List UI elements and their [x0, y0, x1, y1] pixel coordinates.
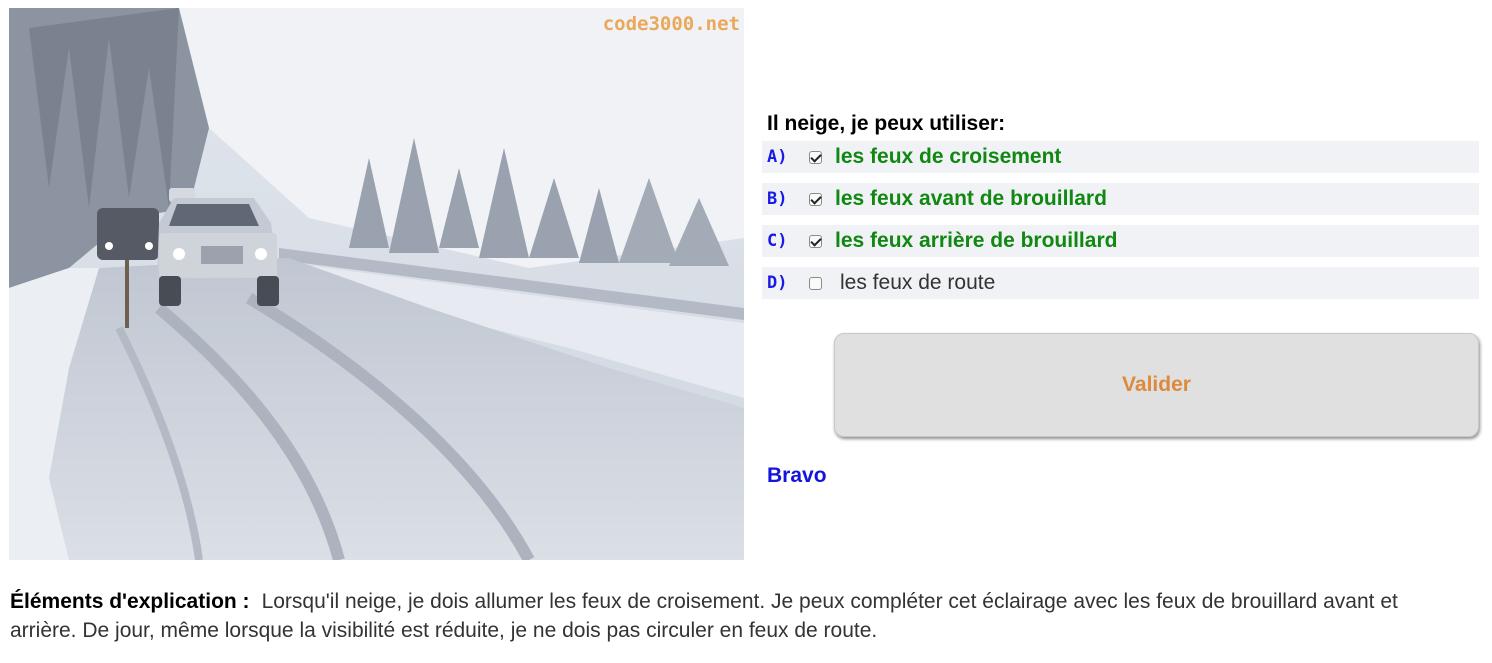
snowy-road-illustration	[9, 8, 744, 560]
answer-letter: C)	[767, 231, 788, 251]
explanation-label: Éléments d'explication :	[10, 590, 250, 613]
answer-letter: D)	[767, 273, 788, 293]
answer-list: A) les feux de croisement B) les feux av…	[762, 141, 1479, 309]
validate-button[interactable]: Valider	[834, 333, 1479, 437]
answer-letter: B)	[767, 189, 788, 209]
question-photo: code3000.net	[9, 8, 744, 560]
question-title: Il neige, je peux utiliser:	[767, 112, 1006, 135]
watermark: code3000.net	[602, 13, 740, 35]
answer-text: les feux de croisement	[835, 145, 1062, 168]
answer-a[interactable]: A) les feux de croisement	[762, 141, 1479, 173]
answer-c-checkbox[interactable]	[809, 234, 822, 248]
answer-a-checkbox[interactable]	[809, 150, 822, 164]
answer-d[interactable]: D) les feux de route	[762, 267, 1479, 299]
answer-b[interactable]: B) les feux avant de brouillard	[762, 183, 1479, 215]
answer-letter: A)	[767, 147, 788, 167]
answer-c[interactable]: C) les feux arrière de brouillard	[762, 225, 1479, 257]
explanation: Éléments d'explication : Lorsqu'il neige,…	[10, 587, 1450, 645]
answer-text: les feux arrière de brouillard	[835, 229, 1118, 252]
answer-text: les feux avant de brouillard	[835, 187, 1107, 210]
result-message: Bravo	[767, 464, 827, 487]
answer-text: les feux de route	[840, 271, 996, 294]
answer-b-checkbox[interactable]	[809, 192, 822, 206]
answer-d-checkbox[interactable]	[809, 276, 822, 290]
